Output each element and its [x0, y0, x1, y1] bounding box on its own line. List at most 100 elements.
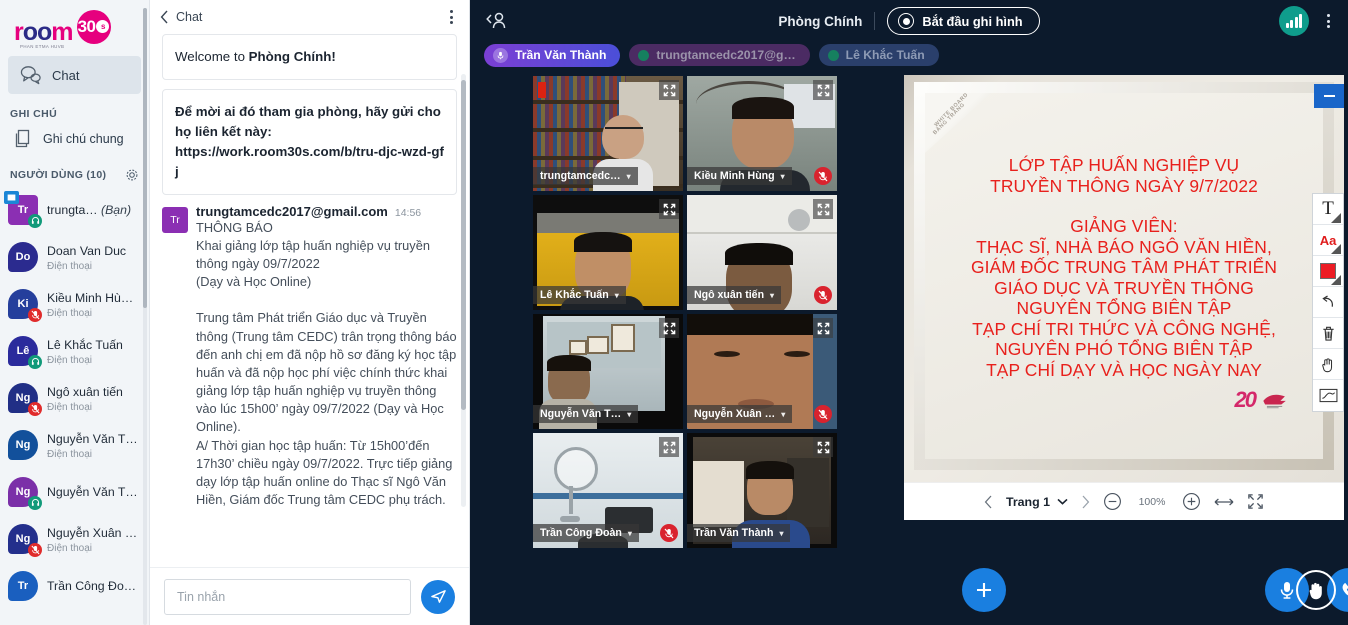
tile-participant-name: Nguyễn Xuân …	[694, 408, 776, 420]
mic-off-icon	[28, 307, 42, 322]
sidebar-scrollbar-thumb[interactable]	[143, 8, 147, 308]
invite-link[interactable]: https://work.room30s.com/b/tru-djc-wzd-g…	[175, 144, 444, 179]
raise-hand-icon	[1309, 582, 1322, 599]
undo-arrow-icon	[1321, 295, 1333, 307]
user-list-item[interactable]: Ng Ngô xuân tiến Điện thoại	[8, 374, 149, 421]
tile-participant-name: Trần Văn Thành	[694, 527, 774, 539]
tile-participant-name: Trần Công Đoàn	[540, 527, 622, 539]
slide-body-line: TẠP CHÍ DẠY VÀ HỌC NGÀY NAY	[986, 359, 1262, 380]
tile-name-badge[interactable]: trungtamcedc… ▾	[533, 167, 638, 185]
user-list-item[interactable]: Lê Lê Khắc Tuấn Điện thoại	[8, 327, 149, 374]
slide-logo-number: 20	[1234, 387, 1258, 412]
logo-badge-number: 30	[77, 16, 96, 36]
expand-tile-button[interactable]	[659, 318, 679, 338]
chat-back-control[interactable]: Chat	[160, 10, 202, 24]
tile-name-badge[interactable]: Trần Công Đoàn ▾	[533, 524, 639, 542]
zoom-out-button[interactable]	[1103, 492, 1122, 511]
tile-name-badge[interactable]: Kiều Minh Hùng ▾	[687, 167, 792, 185]
speaker-chip[interactable]: trungtamcedc2017@g…	[629, 44, 810, 66]
text-tool-button[interactable]: T	[1313, 194, 1343, 225]
invite-text: Để mời ai đó tham gia phòng, hãy gửi cho…	[175, 103, 441, 139]
expand-icon	[817, 441, 829, 453]
next-page-button[interactable]	[1081, 495, 1090, 509]
sidebar-item-shared-notes-label: Ghi chú chung	[43, 132, 124, 146]
tile-name-badge[interactable]: Nguyễn Văn T… ▾	[533, 405, 639, 423]
message-input[interactable]	[164, 578, 411, 615]
user-list-item[interactable]: Ng Nguyễn Văn T… Điện thoại	[8, 421, 149, 468]
tile-name-badge[interactable]: Nguyễn Xuân … ▾	[687, 405, 793, 423]
expand-tile-button[interactable]	[813, 318, 833, 338]
tile-participant-name: Ngô xuân tiến	[694, 289, 765, 301]
message-time: 14:56	[394, 206, 422, 219]
user-list-item[interactable]: Ng Nguyễn Văn T…	[8, 468, 149, 515]
color-swatch-tool-button[interactable]	[1313, 256, 1343, 287]
chevron-down-icon: ▾	[770, 290, 775, 300]
start-recording-label: Bắt đầu ghi hình	[922, 13, 1023, 29]
tile-name-badge[interactable]: Trần Văn Thành ▾	[687, 524, 791, 542]
speaker-chips: Trần Văn Thành trungtamcedc2017@g… Lê Khắc…	[470, 42, 1348, 68]
prev-page-button[interactable]	[984, 495, 993, 509]
sidebar: room PHAN ETMA HUVB 30 s Chat GHI CHÚ Gh…	[0, 0, 150, 625]
meeting-topbar: Phòng Chính Bắt đầu ghi hình	[470, 0, 1348, 42]
raise-hand-button[interactable]	[1296, 570, 1336, 610]
expand-tile-button[interactable]	[813, 80, 833, 100]
connection-status-button[interactable]	[1279, 6, 1309, 36]
expand-icon	[817, 322, 829, 334]
video-tile[interactable]: Ngô xuân tiến ▾	[687, 195, 837, 310]
speaker-chip[interactable]: Trần Văn Thành	[484, 43, 621, 67]
page-selector[interactable]: Trang 1	[1006, 495, 1068, 509]
fullscreen-button[interactable]	[1247, 493, 1264, 510]
people-back-icon[interactable]	[484, 10, 510, 32]
sidebar-item-shared-notes[interactable]: Ghi chú chung	[0, 124, 149, 154]
undo-tool-button[interactable]	[1313, 287, 1343, 318]
chat-options-button[interactable]	[446, 6, 457, 28]
user-list-item[interactable]: Ki Kiều Minh Hù… Điện thoại	[8, 280, 149, 327]
expand-tile-button[interactable]	[659, 437, 679, 457]
video-tile[interactable]: Nguyễn Xuân … ▾	[687, 314, 837, 429]
video-tile[interactable]: Trần Văn Thành ▾	[687, 433, 837, 548]
slide-canvas[interactable]: WHITE BOARD BẢNG TRẮNG LỚP TẬP HUẤN NGHI…	[904, 75, 1344, 482]
sidebar-item-chat[interactable]: Chat	[8, 56, 141, 94]
line-chart-tool-button[interactable]	[1313, 380, 1343, 411]
speaker-chip[interactable]: Lê Khắc Tuấn	[818, 44, 939, 66]
delete-tool-button[interactable]	[1313, 318, 1343, 349]
zoom-in-button[interactable]	[1182, 492, 1201, 511]
status-dot-icon	[827, 49, 839, 61]
add-content-button[interactable]	[962, 568, 1006, 612]
avatar-initials: Ng	[8, 429, 38, 460]
chat-scrollbar-thumb[interactable]	[461, 80, 466, 410]
chat-messages: Welcome to Phòng Chính! Để mời ai đó tha…	[150, 34, 469, 567]
tile-name-badge[interactable]: Lê Khắc Tuấn ▾	[533, 286, 626, 304]
pan-hand-tool-button[interactable]	[1313, 349, 1343, 380]
logo-letter-o2: o	[37, 17, 52, 46]
avatar: Tr	[162, 206, 188, 233]
tile-name-badge[interactable]: Ngô xuân tiến ▾	[687, 286, 782, 304]
video-tile[interactable]: trungtamcedc… ▾	[533, 76, 683, 191]
user-list-item[interactable]: Do Doan Van Duc Điện thoại	[8, 233, 149, 280]
expand-tile-button[interactable]	[813, 199, 833, 219]
video-tile[interactable]: Trần Công Đoàn ▾	[533, 433, 683, 548]
font-size-tool-button[interactable]: Aa	[1313, 225, 1343, 256]
user-status: Điện thoại	[47, 354, 93, 366]
meeting-options-button[interactable]	[1323, 10, 1334, 32]
chevron-down-icon: ▾	[781, 409, 786, 419]
gear-icon[interactable]	[125, 168, 139, 182]
user-list-item[interactable]: Tr trungta… (Bạn)	[4, 186, 149, 233]
send-button[interactable]	[421, 579, 455, 614]
logo-badge-30s: 30 s	[76, 9, 111, 44]
fit-width-button[interactable]	[1214, 496, 1234, 508]
message-sender: trungtamcedc2017@gmail.com	[196, 203, 388, 219]
user-list-item[interactable]: Tr Trần Công Đo…	[8, 562, 149, 609]
video-tile[interactable]: Nguyễn Văn T… ▾	[533, 314, 683, 429]
start-recording-button[interactable]: Bắt đầu ghi hình	[887, 7, 1040, 35]
video-tile[interactable]: Kiều Minh Hùng ▾	[687, 76, 837, 191]
app-root: room PHAN ETMA HUVB 30 s Chat GHI CHÚ Gh…	[0, 0, 1348, 625]
video-tile[interactable]: Lê Khắc Tuấn ▾	[533, 195, 683, 310]
user-list-item[interactable]: Ng Nguyễn Xuân … Điện thoại	[8, 515, 149, 562]
expand-tile-button[interactable]	[659, 199, 679, 219]
logo-badge-s: s	[96, 20, 110, 33]
user-status: Điện thoại	[47, 260, 93, 272]
minimize-presentation-button[interactable]	[1314, 84, 1344, 108]
expand-tile-button[interactable]	[659, 80, 679, 100]
expand-tile-button[interactable]	[813, 437, 833, 457]
